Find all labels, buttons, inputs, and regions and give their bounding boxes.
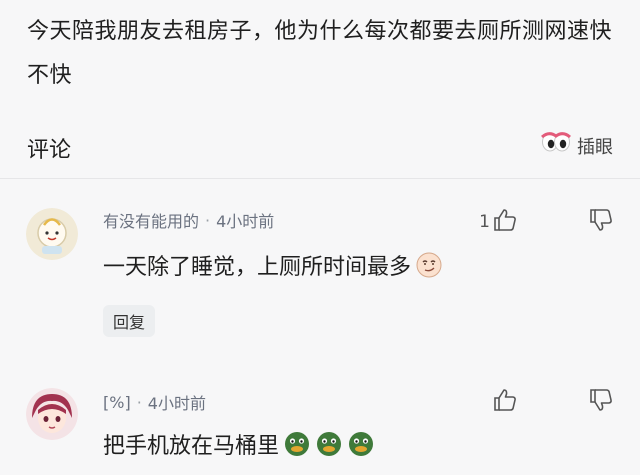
green-duck-emoji <box>283 430 311 458</box>
comments-title: 评论 <box>27 138 72 163</box>
avatar[interactable] <box>26 388 78 440</box>
like-count: 1 <box>479 212 490 232</box>
peeking-eyes-icon <box>541 131 571 161</box>
comment-item: 有没有能用的 · 4小时前 一天除了睡觉，上厕所时间最多 回复 1 <box>0 179 640 349</box>
avatar[interactable] <box>26 208 78 260</box>
dislike-button[interactable] <box>588 387 614 417</box>
comment-item: [%] · 4小时前 把手机放在马桶里 <box>0 368 640 475</box>
like-button[interactable] <box>490 387 518 417</box>
like-button[interactable]: 1 <box>479 207 518 237</box>
timestamp: 4小时前 <box>216 212 275 231</box>
comment-meta: [%] · 4小时前 <box>103 390 206 414</box>
comment-meta: 有没有能用的 · 4小时前 <box>103 208 274 232</box>
post-text: 今天陪我朋友去租房子，他为什么每次都要去厕所测网速快不快 <box>27 19 613 88</box>
reply-button[interactable]: 回复 <box>103 305 156 337</box>
comment-text: 一天除了睡觉，上厕所时间最多 <box>103 249 443 281</box>
thumbs-down-icon <box>588 389 614 417</box>
meta-separator: · <box>205 210 211 230</box>
smirk-face-emoji <box>415 251 443 279</box>
comment-text-content: 把手机放在马桶里 <box>103 434 280 459</box>
peek-button[interactable]: 插眼 <box>541 132 613 160</box>
thumbs-down-icon <box>588 209 614 237</box>
timestamp: 4小时前 <box>147 394 206 413</box>
dislike-button[interactable] <box>588 207 614 237</box>
username[interactable]: [%] <box>103 393 131 412</box>
green-duck-emoji <box>315 430 343 458</box>
green-duck-emoji <box>347 430 375 458</box>
comment-text-content: 一天除了睡觉，上厕所时间最多 <box>103 255 412 280</box>
post-block: 今天陪我朋友去租房子，他为什么每次都要去厕所测网速快不快 <box>0 0 640 104</box>
meta-separator: · <box>136 392 142 412</box>
username[interactable]: 有没有能用的 <box>103 208 199 232</box>
comments-header: 评论 插眼 <box>0 120 640 178</box>
comment-text: 把手机放在马桶里 <box>103 428 375 460</box>
peek-label: 插眼 <box>577 137 613 158</box>
thumbs-up-icon <box>492 207 518 237</box>
thumbs-up-icon <box>492 387 518 417</box>
